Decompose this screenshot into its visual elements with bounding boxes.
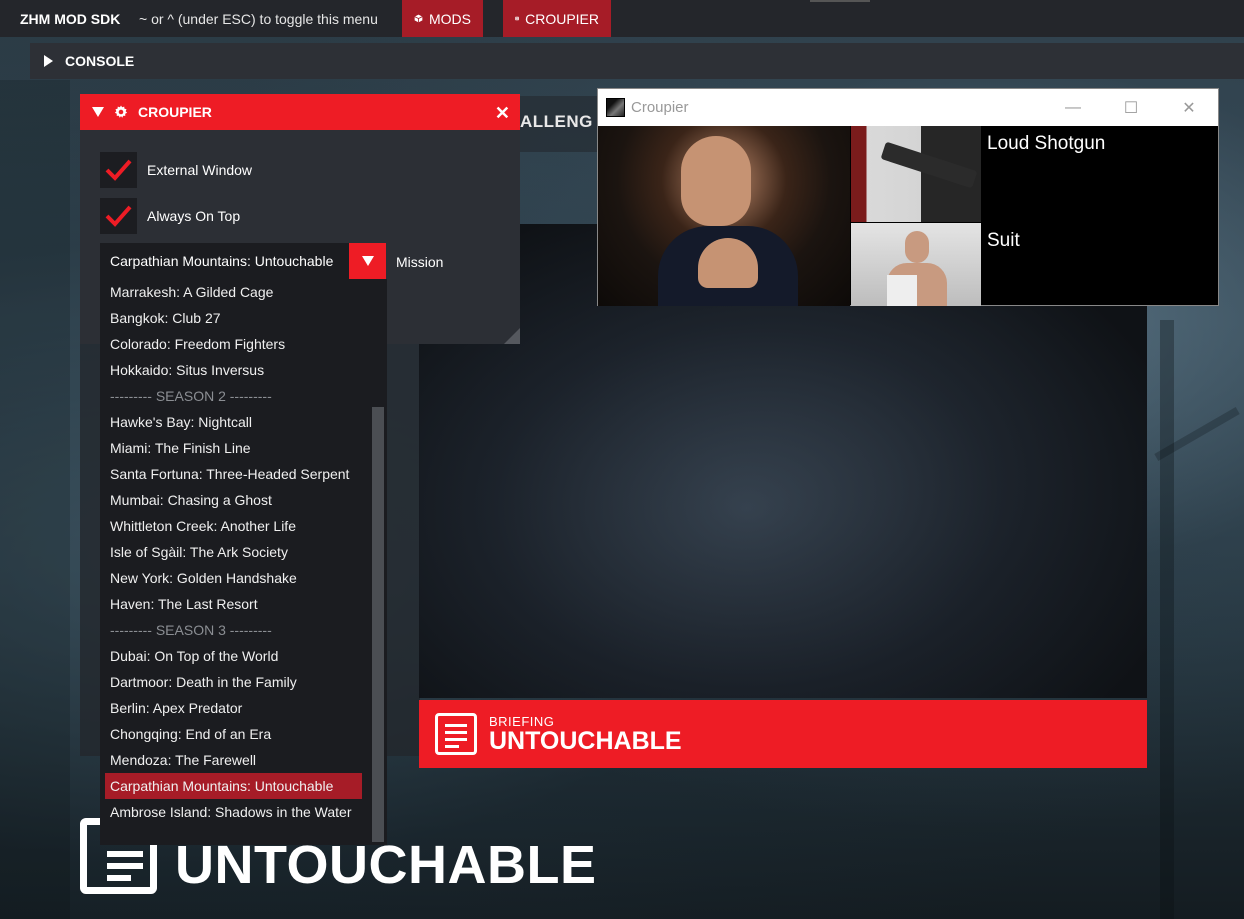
- shotgun-thumbnail: [851, 126, 981, 222]
- app-icon: [606, 98, 625, 117]
- minimize-icon[interactable]: —: [1044, 89, 1102, 126]
- briefing-document-icon: [435, 713, 477, 755]
- mods-button[interactable]: MODS: [402, 0, 483, 37]
- dropdown-item[interactable]: Whittleton Creek: Another Life: [105, 513, 362, 539]
- dropdown-item[interactable]: New York: Golden Handshake: [105, 565, 362, 591]
- dropdown-item[interactable]: Santa Fortuna: Three-Headed Serpent: [105, 461, 362, 487]
- mission-dropdown-list[interactable]: Marrakesh: A Gilded Cage Bangkok: Club 27…: [100, 279, 387, 845]
- croupier-panel-header[interactable]: CROUPIER ✕: [80, 94, 520, 130]
- briefing-banner[interactable]: BRIEFING UNTOUCHABLE: [419, 700, 1147, 768]
- croupier-menu-button[interactable]: CROUPIER: [503, 0, 611, 37]
- console-label: CONSOLE: [65, 53, 135, 69]
- suit-thumbnail: [851, 223, 981, 306]
- dropdown-item[interactable]: Bangkok: Club 27: [105, 305, 362, 331]
- croupier-external-window: Croupier — ☐ ✕ Loud Shotgun Suit: [597, 88, 1219, 306]
- checkmark-icon: [105, 205, 132, 227]
- mission-select[interactable]: Carpathian Mountains: Untouchable: [100, 243, 386, 279]
- dropdown-separator: --------- SEASON 3 ---------: [110, 622, 272, 638]
- dropdown-item[interactable]: Dartmoor: Death in the Family: [105, 669, 362, 695]
- window-close-icon[interactable]: ✕: [1160, 89, 1218, 126]
- briefing-title: UNTOUCHABLE: [489, 727, 682, 755]
- dropdown-item[interactable]: Carpathian Mountains: Untouchable: [105, 773, 362, 799]
- background-tree-right: [1160, 320, 1174, 919]
- background-tree-left: [0, 80, 70, 919]
- menu-divider: [810, 0, 870, 2]
- external-window-row[interactable]: External Window: [100, 152, 252, 188]
- croupier-button-label: CROUPIER: [525, 10, 599, 27]
- window-title: Croupier: [631, 99, 689, 116]
- always-on-top-row[interactable]: Always On Top: [100, 198, 240, 234]
- console-header[interactable]: CONSOLE: [30, 43, 1244, 79]
- dropdown-scrollbar[interactable]: [372, 407, 384, 842]
- close-icon[interactable]: ✕: [495, 103, 510, 124]
- dropdown-item[interactable]: Mendoza: The Farewell: [105, 747, 362, 773]
- mods-button-label: MODS: [429, 10, 471, 27]
- always-on-top-checkbox[interactable]: [100, 198, 137, 234]
- collapse-arrow-icon[interactable]: [92, 107, 104, 117]
- rule-suit: Suit: [987, 230, 1020, 251]
- maximize-icon[interactable]: ☐: [1102, 89, 1160, 126]
- toggle-hint: ~ or ^ (under ESC) to toggle this menu: [139, 10, 378, 27]
- cube-icon: [414, 14, 423, 23]
- resize-grip[interactable]: [504, 328, 520, 344]
- croupier-panel-title: CROUPIER: [138, 104, 212, 120]
- challenges-heading: ALLENG: [520, 112, 593, 131]
- dropdown-item[interactable]: Haven: The Last Resort: [105, 591, 362, 617]
- checkmark-icon: [105, 159, 132, 181]
- external-window-checkbox[interactable]: [100, 152, 137, 188]
- dropdown-item[interactable]: Marrakesh: A Gilded Cage: [105, 279, 362, 305]
- dropdown-item[interactable]: Hawke's Bay: Nightcall: [105, 409, 362, 435]
- dropdown-item[interactable]: Berlin: Apex Predator: [105, 695, 362, 721]
- target-portrait-image: [598, 126, 850, 306]
- dropdown-item[interactable]: Dubai: On Top of the World: [105, 643, 362, 669]
- mission-label: Mission: [396, 254, 444, 270]
- rule-loud-shotgun: Loud Shotgun: [987, 133, 1106, 154]
- dropdown-item[interactable]: Isle of Sgàil: The Ark Society: [105, 539, 362, 565]
- mod-sdk-menu-bar: ZHM MOD SDK ~ or ^ (under ESC) to toggle…: [0, 0, 1244, 37]
- sdk-brand: ZHM MOD SDK: [20, 10, 121, 27]
- mission-select-value: Carpathian Mountains: Untouchable: [110, 253, 334, 269]
- chevron-down-icon[interactable]: [349, 243, 386, 279]
- dropdown-item[interactable]: Mumbai: Chasing a Ghost: [105, 487, 362, 513]
- dropdown-separator: --------- SEASON 2 ---------: [110, 388, 272, 404]
- dropdown-item[interactable]: Colorado: Freedom Fighters: [105, 331, 362, 357]
- dropdown-item[interactable]: Hokkaido: Situs Inversus: [105, 357, 362, 383]
- dropdown-item[interactable]: Ambrose Island: Shadows in the Water: [105, 799, 362, 825]
- dropdown-item[interactable]: Chongqing: End of an Era: [105, 721, 362, 747]
- dice-icon: [515, 16, 519, 21]
- dropdown-item[interactable]: Miami: The Finish Line: [105, 435, 362, 461]
- always-on-top-label: Always On Top: [147, 208, 241, 224]
- expand-arrow-icon: [44, 55, 53, 67]
- external-window-label: External Window: [147, 162, 253, 178]
- gear-icon: [114, 105, 128, 118]
